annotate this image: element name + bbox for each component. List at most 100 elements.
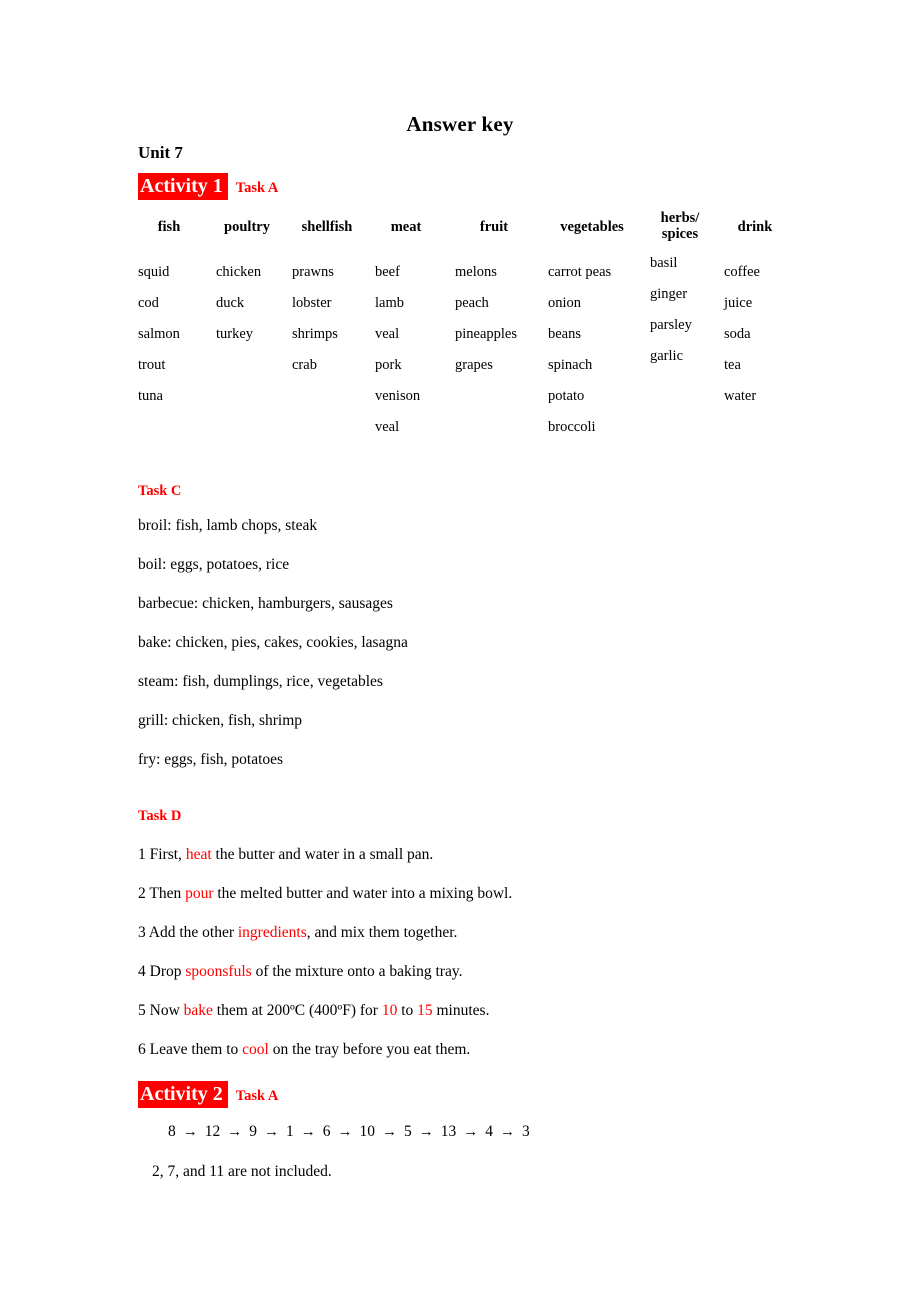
task-d-step: 6 Leave them to cool on the tray before … (138, 1041, 470, 1059)
table-column-header: drink (724, 210, 786, 257)
step-text: 3 Add the other (138, 924, 238, 941)
table-column: meat beef lamb veal pork venison veal (375, 210, 437, 443)
table-cell: shrimps (292, 326, 338, 342)
table-column: drink coffee juice soda tea water (724, 210, 786, 443)
sequence-number: 12 (204, 1123, 221, 1140)
header-line: fish (157, 219, 181, 235)
table-column: fruit melons peach pineapples grapes (455, 210, 533, 443)
table-cell: squid (138, 264, 170, 280)
step-text: the butter and water in a small pan. (211, 846, 434, 863)
header-line: shellfish (301, 219, 353, 235)
table-column-header: fish (138, 210, 200, 257)
table-cell: ginger (650, 286, 688, 302)
step-answer: ingredients (237, 924, 307, 941)
sequence-number: 10 (359, 1123, 376, 1140)
task-c-line: grill: chicken, fish, shrimp (138, 712, 303, 729)
table-cell: broccoli (548, 419, 596, 435)
step-answer: bake (183, 1002, 213, 1019)
table-cell: veal (375, 326, 400, 342)
table-cell: prawns (292, 264, 334, 280)
task-c-line: barbecue: chicken, hamburgers, sausages (138, 595, 393, 612)
table-cell: lamb (375, 295, 404, 311)
table-cell: pineapples (455, 326, 518, 342)
activity-2-badge: Activity 2 (138, 1081, 228, 1109)
step-answer: 10 (381, 1002, 398, 1019)
activity-1-badge: Activity 1 (138, 173, 228, 201)
task-c-line: bake: chicken, pies, cakes, cookies, las… (138, 634, 408, 651)
table-cell: venison (375, 388, 421, 404)
sequence-number: 8 (168, 1123, 176, 1140)
header-line: drink (737, 219, 773, 235)
table-cell: tuna (138, 388, 163, 404)
sequence-number: 3 (522, 1123, 530, 1140)
table-column-header: herbs/spices (650, 210, 710, 248)
table-cell: spinach (548, 357, 593, 373)
table-cell: cod (138, 295, 159, 311)
header-line: herbs/ (660, 210, 700, 226)
activity-1-header: Activity 1 Task A (138, 173, 278, 201)
table-cell: garlic (650, 348, 684, 364)
task-d-step: 2 Then pour the melted butter and water … (138, 885, 512, 903)
task-c-heading: Task C (138, 483, 182, 499)
step-text: 1 First, (138, 846, 186, 863)
unit-heading: Unit 7 (138, 143, 183, 162)
arrow-right-icon: → (337, 1124, 353, 1140)
step-answer: cool (242, 1041, 269, 1058)
arrow-right-icon: → (382, 1124, 397, 1140)
arrow-right-icon: → (418, 1124, 434, 1140)
step-text: minutes. (432, 1002, 490, 1019)
table-cell: melons (455, 264, 497, 280)
task-d-step: 4 Drop spoonsfuls of the mixture onto a … (138, 963, 462, 981)
table-cell: carrot peas (548, 264, 612, 280)
table-cell: beef (375, 264, 400, 280)
table-cell: peach (455, 295, 489, 311)
table-cell: veal (375, 419, 400, 435)
step-text: 6 Leave them to (138, 1041, 243, 1058)
header-line: poultry (224, 219, 270, 235)
table-cell: lobster (292, 295, 332, 311)
table-cell: parsley (650, 317, 692, 333)
task-c-line: fry: eggs, fish, potatoes (138, 751, 284, 768)
header-line: fruit (479, 219, 509, 235)
table-column: herbs/spices basil ginger parsley garlic (650, 210, 710, 434)
step-text: 5 Now (138, 1002, 184, 1019)
table-cell: pork (375, 357, 402, 373)
table-column: shellfish prawns lobster shrimps crab (292, 210, 362, 443)
step-text: to (397, 1002, 418, 1019)
table-cell: tea (724, 357, 741, 373)
arrow-right-icon: → (264, 1124, 279, 1140)
table-column-header: meat (375, 210, 437, 257)
step-text: them at 200ºC (400ºF) for (212, 1002, 382, 1019)
activity-2-sequence: 8 → 12 → 9 → 1 → 6 → 10 → 5 → 13 → 4 → 3 (168, 1123, 530, 1141)
task-d-heading: Task D (138, 808, 182, 824)
arrow-right-icon: → (500, 1124, 515, 1140)
table-cell: water (724, 388, 757, 404)
table-cell: salmon (138, 326, 180, 342)
activity-2-note: 2, 7, and 11 are not included. (152, 1163, 332, 1180)
table-cell: grapes (455, 357, 493, 373)
arrow-right-icon: → (182, 1124, 198, 1140)
header-line: vegetables (560, 219, 624, 235)
table-column-header: shellfish (292, 210, 362, 257)
step-text: of the mixture onto a baking tray. (251, 963, 463, 980)
answer-key-page: Answer key Unit 7 Activity 1 Task A fish… (0, 0, 920, 1302)
table-column-header: vegetables (548, 210, 636, 257)
table-column-header: fruit (455, 210, 533, 257)
table-cell: basil (650, 255, 678, 271)
table-cell: turkey (216, 326, 254, 342)
step-answer: spoonsfuls (185, 963, 252, 980)
table-cell: onion (548, 295, 582, 311)
arrow-right-icon: → (227, 1124, 243, 1140)
activity-2-task-label: Task A (235, 1088, 279, 1105)
table-cell: duck (216, 295, 245, 311)
table-column-header: poultry (216, 210, 278, 257)
task-c-line: steam: fish, dumplings, rice, vegetables (138, 673, 383, 690)
step-text: , and mix them together. (306, 924, 458, 941)
page-title: Answer key (406, 112, 514, 136)
step-text: 2 Then (138, 885, 186, 902)
table-cell: crab (292, 357, 317, 373)
table-cell: coffee (724, 264, 760, 280)
header-line: meat (390, 219, 422, 235)
table-cell: soda (724, 326, 751, 342)
table-cell: beans (548, 326, 582, 342)
